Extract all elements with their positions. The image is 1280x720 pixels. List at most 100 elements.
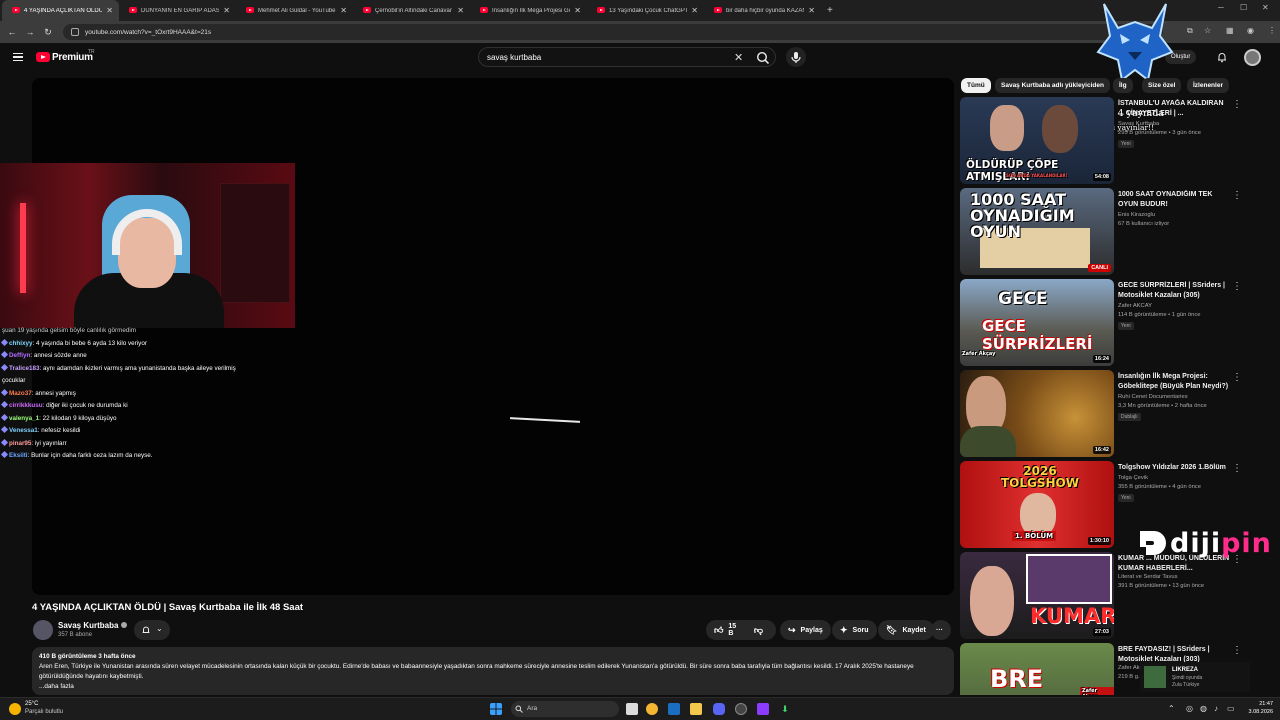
chrome-icon[interactable] xyxy=(646,703,658,715)
install-icon[interactable]: ⧉ xyxy=(1187,26,1193,36)
clear-search-icon[interactable]: ✕ xyxy=(734,51,743,64)
close-tab-icon[interactable]: ✕ xyxy=(106,6,113,15)
tray-chevron-icon[interactable]: ⌃ xyxy=(1168,704,1175,713)
channel-name[interactable]: Enis Kirazoglu xyxy=(1118,212,1155,218)
ask-button[interactable]: ✦ Soru xyxy=(832,620,877,640)
app-icon[interactable]: ⬇ xyxy=(779,703,791,715)
channel-name[interactable]: Ruhi Cenet Documentaries xyxy=(1118,394,1188,400)
browser-tab[interactable]: DÜNYANIN EN GARİP ADASINI ✕ xyxy=(119,0,236,21)
discord-icon[interactable] xyxy=(713,703,725,715)
video-thumbnail[interactable]: 1000 SAAT OYNADIĞIM OYUN CANLI xyxy=(960,188,1114,275)
battery-icon[interactable]: ▭ xyxy=(1227,704,1235,713)
close-tab-icon[interactable]: ✕ xyxy=(457,6,464,15)
share-button[interactable]: ↪ Paylaş xyxy=(780,620,831,640)
weather-desc[interactable]: Parçalı bulutlu xyxy=(25,709,63,715)
chip-all[interactable]: Tümü xyxy=(961,78,991,93)
search-input[interactable]: savaş kurtbaba xyxy=(487,53,541,62)
windows-start-icon[interactable] xyxy=(490,703,502,715)
video-title[interactable]: İSTANBUL'U AYAĞA KALDIRAN ... CİNAYETLER… xyxy=(1118,99,1230,119)
profile-icon[interactable]: ◉ xyxy=(1247,26,1254,35)
video-thumbnail[interactable]: KUMAR 27:03 xyxy=(960,552,1114,639)
extensions-icon[interactable]: ▦ xyxy=(1226,26,1234,35)
dislike-icon[interactable]: 👎︎ xyxy=(754,625,763,636)
chip-from-uploader[interactable]: Savaş Kurtbaba adlı yükleyiciden xyxy=(995,78,1110,93)
search-box[interactable]: savaş kurtbaba ✕ xyxy=(478,47,776,67)
maximize-icon[interactable]: ☐ xyxy=(1240,3,1247,12)
youtube-brand[interactable]: Premium xyxy=(52,52,93,63)
browser-tab[interactable]: İnsanlığın İlk Mega Projesi Göb ✕ xyxy=(470,0,587,21)
chip-for-you[interactable]: Size özel xyxy=(1142,78,1182,93)
minimize-icon[interactable]: ─ xyxy=(1218,3,1224,12)
browser-tab[interactable]: 13 Yaşındaki Çocuk ChatGPT ile ✕ xyxy=(587,0,704,21)
url-field[interactable]: youtube.com/watch?v=_tOxrt9HAAA&t=21s xyxy=(63,24,1163,40)
taskbar-search[interactable]: Ara xyxy=(511,701,619,717)
task-view-icon[interactable] xyxy=(626,703,638,715)
account-avatar[interactable] xyxy=(1244,49,1261,66)
clock-time[interactable]: 21:47 xyxy=(1245,701,1273,707)
youtube-logo-icon[interactable] xyxy=(36,52,50,62)
more-vert-icon[interactable]: ⋮ xyxy=(1232,281,1242,292)
forward-icon[interactable]: → xyxy=(21,27,39,37)
weather-icon[interactable] xyxy=(9,703,21,715)
channel-name[interactable]: Savaş Kurtbaba xyxy=(1118,121,1159,127)
close-tab-icon[interactable]: ✕ xyxy=(223,6,230,15)
close-tab-icon[interactable]: ✕ xyxy=(574,6,581,15)
guide-menu-icon[interactable] xyxy=(13,53,23,61)
bookmark-star-icon[interactable]: ☆ xyxy=(1204,26,1211,35)
recommendation-item[interactable]: 1000 SAAT OYNADIĞIM OYUN CANLI 1000 SAAT… xyxy=(960,188,1260,276)
video-thumbnail[interactable]: 16:42 xyxy=(960,370,1114,457)
close-tab-icon[interactable]: ✕ xyxy=(340,6,347,15)
channel-name[interactable]: Tolga Çevik xyxy=(1118,475,1148,481)
more-vert-icon[interactable]: ⋮ xyxy=(1232,190,1242,201)
channel-name[interactable]: Zafer AKCAY xyxy=(1118,303,1152,309)
volume-icon[interactable]: ♪ xyxy=(1214,704,1218,713)
clock-date[interactable]: 3.08.2026 xyxy=(1240,709,1273,715)
more-vert-icon[interactable]: ⋮ xyxy=(1232,645,1242,656)
more-vert-icon[interactable]: ⋮ xyxy=(1232,372,1242,383)
obs-icon[interactable] xyxy=(735,703,747,715)
app-grid-icon[interactable] xyxy=(757,703,769,715)
channel-name[interactable]: Literat ve Serdar Tavus xyxy=(1118,574,1178,580)
video-title[interactable]: 1000 SAAT OYNADIĞIM TEK OYUN BUDUR! xyxy=(1118,190,1230,210)
more-actions-button[interactable]: ··· xyxy=(931,620,951,640)
browser-tab[interactable]: 4 YAŞINDA AÇLIKTAN ÖLDÜ | S ✕ xyxy=(2,0,119,21)
close-window-icon[interactable]: ✕ xyxy=(1262,3,1269,12)
channel-avatar[interactable] xyxy=(33,620,53,640)
recommendation-item[interactable]: ÖLDÜRÜP ÇÖPE ATMIŞLAR! SON ANDA YAKALAND… xyxy=(960,97,1260,185)
subscribed-button[interactable]: ⌄ xyxy=(134,620,170,640)
steam-icon[interactable] xyxy=(668,703,680,715)
search-icon[interactable] xyxy=(755,50,771,66)
show-more-link[interactable]: ...daha fazla xyxy=(39,682,947,692)
video-thumbnail[interactable]: GECE GECE SÜRPRİZLERİ Zafer Akçay 16:24 xyxy=(960,279,1114,366)
chip-watched[interactable]: İzlenenler xyxy=(1187,78,1229,93)
more-vert-icon[interactable]: ⋮ xyxy=(1232,99,1242,110)
network-icon[interactable]: ◍ xyxy=(1200,704,1207,713)
close-tab-icon[interactable]: ✕ xyxy=(808,6,815,15)
site-info-icon[interactable] xyxy=(71,28,79,36)
video-description[interactable]: 410 B görüntüleme 3 hafta önce Aren Eren… xyxy=(32,647,954,695)
browser-tab[interactable]: Çernobil'in Altındaki Canavar ✕ xyxy=(353,0,470,21)
video-thumbnail[interactable]: ÖLDÜRÜP ÇÖPE ATMIŞLAR! SON ANDA YAKALAND… xyxy=(960,97,1114,184)
voice-search-icon[interactable] xyxy=(786,47,806,67)
recommendation-item[interactable]: GECE GECE SÜRPRİZLERİ Zafer Akçay 16:24 … xyxy=(960,279,1260,367)
recommendation-item[interactable]: 16:42 İnsanlığın İlk Mega Projesi: Göbek… xyxy=(960,370,1260,458)
save-button[interactable]: 🔖︎ Kaydet xyxy=(878,620,934,640)
back-icon[interactable]: ← xyxy=(3,27,21,37)
video-title[interactable]: Tolgshow Yıldızlar 2026 1.Bölüm xyxy=(1118,463,1230,473)
close-tab-icon[interactable]: ✕ xyxy=(691,6,698,15)
like-count[interactable]: 15 B xyxy=(728,623,739,637)
tray-app-icon[interactable]: ◎ xyxy=(1186,704,1193,713)
video-thumbnail[interactable]: BRE Zafer Akçay xyxy=(960,643,1114,695)
notifications-bell-icon[interactable] xyxy=(1216,51,1228,63)
more-vert-icon[interactable]: ⋮ xyxy=(1232,463,1242,474)
weather-temp[interactable]: 25°C xyxy=(25,701,38,707)
browser-tab[interactable]: Mehmet Ali Güldal - YouTube ✕ xyxy=(236,0,353,21)
game-activity-toast[interactable]: LIKREZA Şimdi oyunda Zula Türkiye xyxy=(1140,662,1250,692)
browser-tab[interactable]: bir daha hiçbir oyunda KAZAN ✕ xyxy=(704,0,821,21)
chip-related[interactable]: İlg xyxy=(1113,78,1133,93)
browser-menu-icon[interactable]: ⋮ xyxy=(1268,26,1276,35)
channel-name[interactable]: Savaş Kurtbaba xyxy=(58,621,128,630)
video-thumbnail[interactable]: 2026 TOLGSHOW 1. BÖLÜM 1:30:10 xyxy=(960,461,1114,548)
reload-icon[interactable]: ↻ xyxy=(39,27,57,38)
video-title[interactable]: GECE SÜRPRİZLERİ | SSriders | Motosiklet… xyxy=(1118,281,1230,301)
